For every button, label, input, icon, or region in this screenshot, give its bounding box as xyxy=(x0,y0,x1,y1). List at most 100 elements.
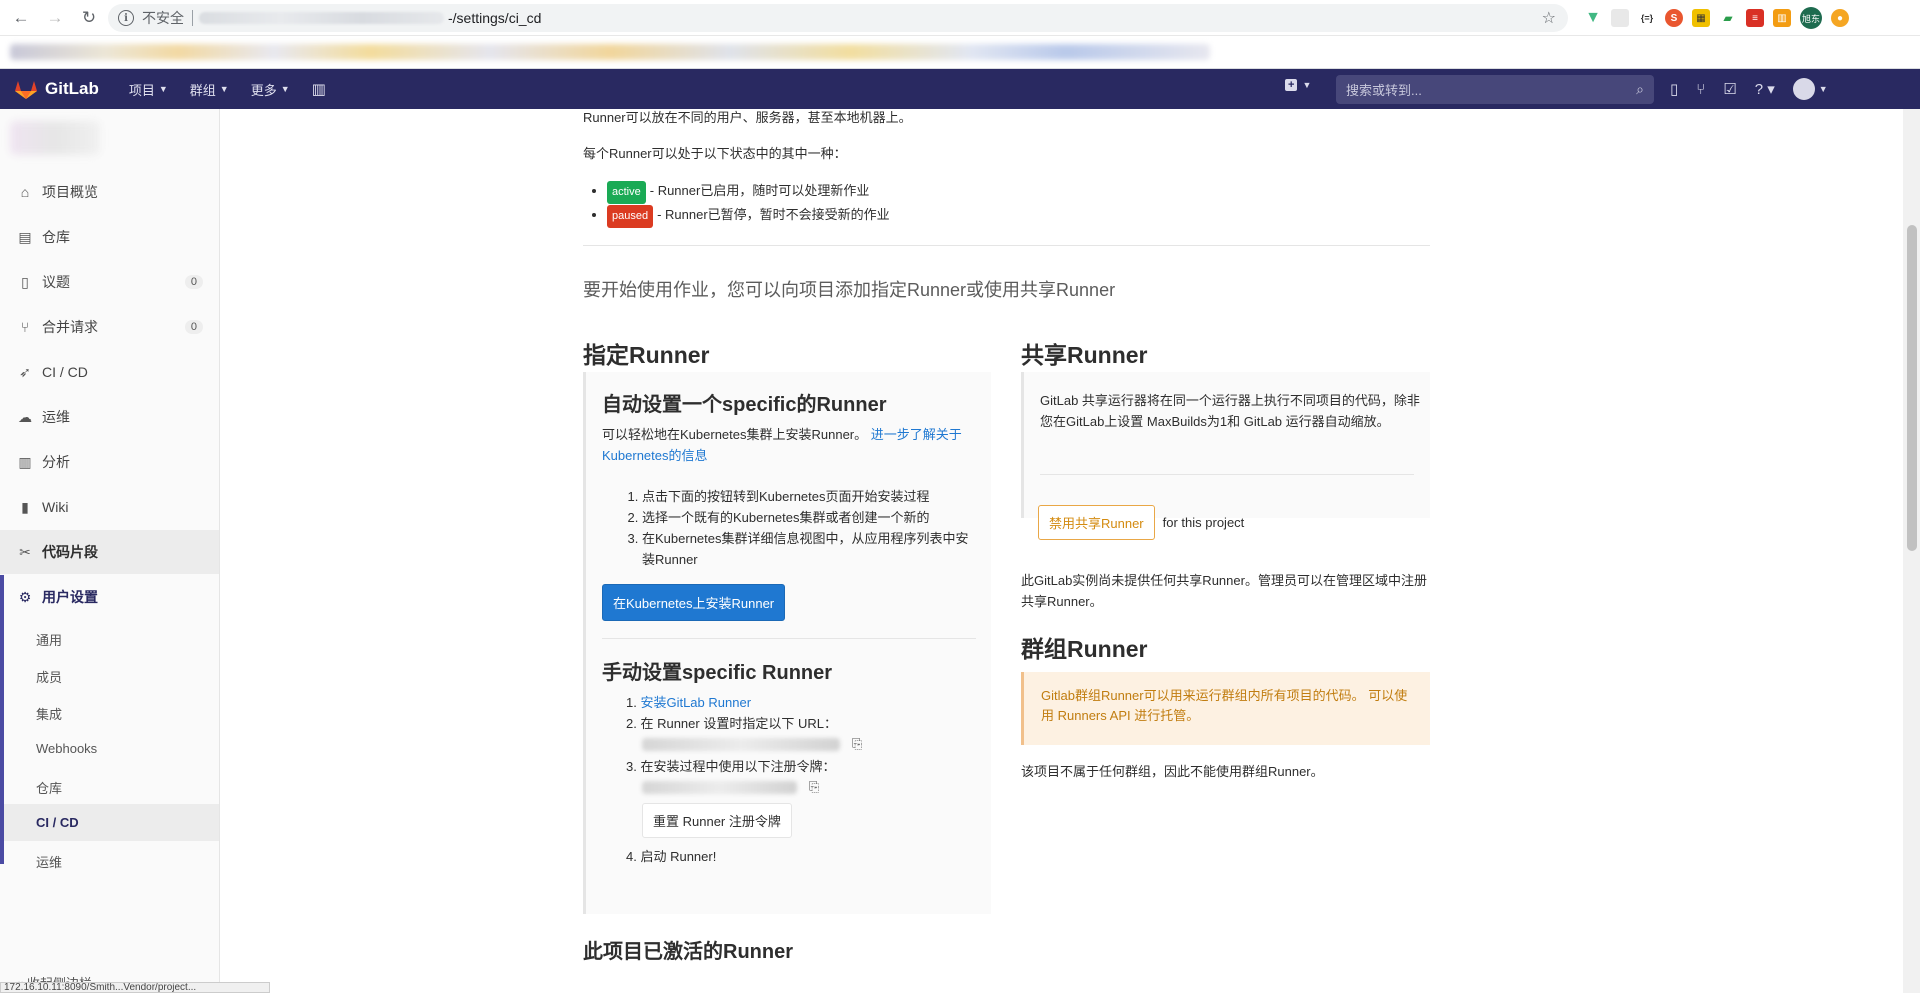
orange-extension-icon[interactable]: ▥ xyxy=(1773,9,1791,27)
sidebar-item-settings[interactable]: ⚙ 用户设置 xyxy=(0,575,219,619)
sidebar-item-wiki[interactable]: ▮ Wiki xyxy=(0,485,219,529)
menu-groups[interactable]: 群组 ▼ xyxy=(190,80,229,99)
state-text: - Runner已暂停，暂时不会接受新的作业 xyxy=(657,207,890,222)
reload-icon[interactable]: ↻ xyxy=(76,5,102,31)
copy-icon[interactable]: ⎘ xyxy=(809,779,819,795)
intro-text: Runner可以放在不同的用户、服务器，甚至本地机器上。 xyxy=(583,110,912,125)
sidebar-item-issues[interactable]: ▯ 议题 0 xyxy=(0,260,219,304)
sub-item-operations[interactable]: 运维 xyxy=(36,852,62,871)
issues-icon[interactable]: ▯ xyxy=(1670,80,1678,98)
shared-desc: GitLab 共享运行器将在同一个运行器上执行不同项目的代码，除非您在GitLa… xyxy=(1040,393,1420,429)
sidebar-item-operations[interactable]: ☁ 运维 xyxy=(0,395,219,439)
menu-more[interactable]: 更多 ▼ xyxy=(251,80,290,99)
book-icon: ▮ xyxy=(21,498,29,515)
plus-square-icon: + xyxy=(1285,79,1298,91)
disable-shared-runners-button[interactable]: 禁用共享Runner xyxy=(1038,505,1155,540)
chevron-down-icon: ▼ xyxy=(1302,80,1312,90)
cloud-icon: ☁ xyxy=(18,408,32,425)
sidebar-item-label: Wiki xyxy=(42,499,69,515)
scissors-icon: ✂ xyxy=(19,543,31,560)
new-item-dropdown[interactable]: + ▼ xyxy=(1285,79,1311,91)
list-item: 点击下面的按钮转到Kubernetes页面开始安装过程 xyxy=(642,486,972,507)
reset-row: 重置 Runner 注册令牌 xyxy=(642,803,976,838)
sidebar-item-analytics[interactable]: ▥ 分析 xyxy=(0,440,219,484)
address-bar[interactable]: i 不安全 -/settings/ci_cd ☆ xyxy=(108,4,1568,32)
redacted-bookmarks xyxy=(10,44,1210,60)
sidebar-item-label: 合并请求 xyxy=(42,319,98,335)
doc-icon: ▤ xyxy=(18,228,32,245)
top-menu: 项目 ▼ 群组 ▼ 更多 ▼ ▥ xyxy=(129,80,326,99)
redacted-project-avatar[interactable] xyxy=(10,121,100,155)
green-extension-icon[interactable]: ▰ xyxy=(1719,9,1737,27)
paused-badge: paused xyxy=(607,205,654,228)
bookmarks-bar xyxy=(0,36,1920,69)
list-item: 选择一个既有的Kubernetes集群或者创建一个新的 xyxy=(642,507,972,528)
extensions: ▼ {=} S ▦ ▰ ≡ ▥ 旭东 ● xyxy=(1584,7,1849,29)
redacted-host xyxy=(199,12,444,24)
red-extension-icon[interactable]: ≡ xyxy=(1746,9,1764,27)
sidebar-item-label: 用户设置 xyxy=(42,589,98,605)
sidebar-item-snippets[interactable]: ✂ 代码片段 xyxy=(0,530,219,574)
sidebar-item-repository[interactable]: ▤ 仓库 xyxy=(0,215,219,259)
status-bar-url: 172.16.10.11:8090/Smith...Vendor/project… xyxy=(0,982,270,993)
url-row: ⎘ xyxy=(642,736,976,752)
grid-extension-icon[interactable]: ▦ xyxy=(1692,9,1710,27)
sub-item-members[interactable]: 成员 xyxy=(36,667,62,686)
chevron-down-icon: ▼ xyxy=(219,84,229,94)
sub-item-integrations[interactable]: 集成 xyxy=(36,704,62,723)
install-runner-link[interactable]: 安装GitLab Runner xyxy=(640,695,751,710)
search-icon: ⌕ xyxy=(1636,81,1644,97)
sidebar-item-label: 议题 xyxy=(42,274,70,290)
activity-chart-icon[interactable]: ▥ xyxy=(312,80,326,98)
blank-extension-icon[interactable] xyxy=(1611,9,1629,27)
gitlab-logo[interactable]: GitLab xyxy=(15,79,99,99)
lead-text: 要开始使用作业，您可以向项目添加指定Runner或使用共享Runner xyxy=(583,280,1116,300)
sub-item-cicd[interactable]: CI / CD xyxy=(36,815,79,830)
list-item: 3. 在安装过程中使用以下注册令牌： xyxy=(626,759,836,774)
bookmark-star-icon[interactable]: ☆ xyxy=(1542,8,1556,28)
sidebar-item-cicd[interactable]: ➶ CI / CD xyxy=(0,350,219,394)
scrollbar-thumb[interactable] xyxy=(1907,225,1917,551)
list-item: 1. 安装GitLab Runner xyxy=(626,695,752,710)
info-icon[interactable]: i xyxy=(118,10,134,26)
menu-projects[interactable]: 项目 ▼ xyxy=(129,80,168,99)
install-kubernetes-runner-button[interactable]: 在Kubernetes上安装Runner xyxy=(602,584,786,621)
update-icon[interactable]: ● xyxy=(1831,9,1849,27)
forward-icon[interactable]: → xyxy=(42,5,68,31)
active-badge: active xyxy=(607,181,646,204)
activated-runners-title: 此项目已激活的Runner xyxy=(583,941,793,963)
vue-extension-icon[interactable]: ▼ xyxy=(1584,9,1602,27)
merge-count: 0 xyxy=(184,320,203,334)
manual-setup-title: 手动设置specific Runner xyxy=(602,662,833,684)
sidebar-item-label: 分析 xyxy=(42,454,70,470)
sidebar-item-overview[interactable]: ⌂ 项目概览 xyxy=(0,170,219,214)
token-row: ⎘ xyxy=(642,779,976,795)
states-list: active- Runner已启用，随时可以处理新作业 paused- Runn… xyxy=(567,180,1267,228)
list-item: 4. 启动 Runner! xyxy=(626,849,717,864)
state-text: - Runner已启用，随时可以处理新作业 xyxy=(649,183,870,198)
sub-item-repository[interactable]: 仓库 xyxy=(36,778,62,797)
help-icon[interactable]: ? ▾ xyxy=(1755,80,1775,98)
search-placeholder: 搜索或转到... xyxy=(1346,83,1422,98)
specific-runner-card: 自动设置一个specific的Runner 可以轻松地在Kubernetes集群… xyxy=(583,372,991,914)
copy-icon[interactable]: ⎘ xyxy=(852,736,862,752)
menu-label: 群组 xyxy=(189,82,216,98)
profile-avatar[interactable]: 旭东 xyxy=(1800,7,1822,29)
search-input[interactable]: 搜索或转到... ⌕ xyxy=(1336,75,1654,104)
auto-setup-title: 自动设置一个specific的Runner xyxy=(602,394,887,416)
user-menu[interactable]: ▼ xyxy=(1792,78,1828,100)
chevron-down-icon: ▼ xyxy=(1818,84,1828,94)
s-extension-icon[interactable]: S xyxy=(1665,9,1683,27)
merge-request-icon[interactable]: ⑂ xyxy=(1696,81,1705,98)
json-extension-icon[interactable]: {=} xyxy=(1638,9,1656,27)
sidebar-item-merge-requests[interactable]: ⑂ 合并请求 0 xyxy=(0,305,219,349)
specific-runner-title: 指定Runner xyxy=(583,342,710,368)
sub-item-webhooks[interactable]: Webhooks xyxy=(36,741,97,756)
reset-registration-token-button[interactable]: 重置 Runner 注册令牌 xyxy=(642,803,792,838)
todo-icon[interactable]: ☑ xyxy=(1723,80,1736,98)
back-icon[interactable]: ← xyxy=(8,5,34,31)
insecure-label: 不安全 xyxy=(142,10,184,26)
list-item: 2. 在 Runner 设置时指定以下 URL： xyxy=(626,716,837,731)
manual-setup-steps: 1. 安装GitLab Runner 2. 在 Runner 设置时指定以下 U… xyxy=(626,692,976,867)
sub-item-general[interactable]: 通用 xyxy=(36,630,62,649)
